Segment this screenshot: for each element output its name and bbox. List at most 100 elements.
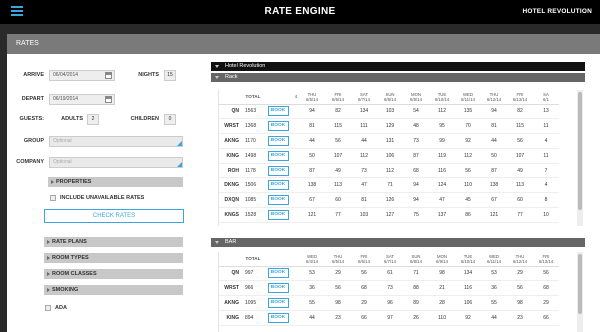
rate-cell[interactable]: 73 <box>377 280 403 297</box>
rate-cell[interactable]: 106 <box>455 295 481 311</box>
rate-cell[interactable]: 10 <box>533 207 559 223</box>
depart-date-field[interactable]: 06/19/2014 <box>49 94 115 105</box>
rate-cell[interactable]: 124 <box>429 177 455 194</box>
book-button[interactable]: BOOK <box>267 135 289 146</box>
book-button[interactable]: BOOK <box>267 312 289 323</box>
rate-cell[interactable]: 134 <box>351 104 377 120</box>
rate-cell[interactable]: 67 <box>299 192 325 209</box>
arrive-date-field[interactable]: 06/04/2014 <box>49 70 115 81</box>
rate-cell[interactable]: 66 <box>351 310 377 326</box>
room-types-section[interactable]: ROOM TYPES <box>44 253 183 263</box>
rate-cell[interactable]: 138 <box>299 177 325 194</box>
rate-cell[interactable]: 71 <box>377 177 403 194</box>
book-button[interactable]: BOOK <box>267 150 289 161</box>
rate-cell[interactable]: 29 <box>325 266 351 282</box>
rate-cell[interactable]: 23 <box>507 310 533 326</box>
rate-cell[interactable]: 112 <box>429 104 455 120</box>
rate-cell[interactable]: 48 <box>403 118 429 135</box>
rate-cell[interactable]: 119 <box>429 148 455 164</box>
bar-scrollbar[interactable] <box>577 252 583 332</box>
properties-section[interactable]: PROPERTIES <box>48 177 183 187</box>
rate-cell[interactable]: 50 <box>299 148 325 164</box>
ada-checkbox[interactable] <box>45 305 51 311</box>
rate-cell[interactable]: 77 <box>325 207 351 223</box>
rate-cell[interactable]: 61 <box>377 266 403 282</box>
rate-cell[interactable]: 99 <box>429 133 455 149</box>
rate-cell[interactable]: 49 <box>325 163 351 179</box>
rate-cell[interactable]: 4 <box>533 133 559 149</box>
rate-cell[interactable]: 87 <box>299 163 325 179</box>
rate-cell[interactable]: 96 <box>377 295 403 311</box>
rate-cell[interactable]: 44 <box>481 133 507 149</box>
rate-cell[interactable]: 56 <box>507 133 533 149</box>
rate-cell[interactable]: 113 <box>325 177 351 194</box>
rate-cell[interactable]: 70 <box>455 118 481 135</box>
rate-cell[interactable]: 60 <box>507 192 533 209</box>
rate-cell[interactable]: 56 <box>325 133 351 149</box>
book-button[interactable]: BOOK <box>267 209 289 220</box>
rate-cell[interactable]: 86 <box>455 207 481 223</box>
rate-cell[interactable]: 28 <box>429 295 455 311</box>
rate-cell[interactable]: 68 <box>533 280 559 297</box>
rate-cell[interactable]: 98 <box>429 266 455 282</box>
property-header[interactable]: Hotel Revolution <box>211 62 585 71</box>
rack-header[interactable]: Rack <box>211 73 585 82</box>
rate-cell[interactable]: 98 <box>507 295 533 311</box>
rate-cell[interactable]: 94 <box>299 104 325 120</box>
rate-cell[interactable]: 68 <box>403 163 429 179</box>
rate-cell[interactable]: 112 <box>377 163 403 179</box>
children-field[interactable]: 0 <box>164 114 176 125</box>
rate-cell[interactable]: 92 <box>455 133 481 149</box>
rate-cell[interactable]: 88 <box>403 280 429 297</box>
rate-cell[interactable]: 7 <box>533 163 559 179</box>
rate-cell[interactable]: 134 <box>455 266 481 282</box>
adults-field[interactable]: 2 <box>87 114 99 125</box>
rate-cell[interactable]: 71 <box>403 266 429 282</box>
rate-cell[interactable]: 92 <box>455 310 481 326</box>
book-button[interactable]: BOOK <box>267 165 289 176</box>
rate-cell[interactable]: 4 <box>533 177 559 194</box>
rate-cell[interactable]: 47 <box>351 177 377 194</box>
rate-cell[interactable]: 60 <box>325 192 351 209</box>
rate-cell[interactable]: 135 <box>455 104 481 120</box>
rate-cell[interactable]: 111 <box>351 118 377 135</box>
rate-cell[interactable]: 56 <box>325 280 351 297</box>
rate-cell[interactable]: 87 <box>403 148 429 164</box>
rate-cell[interactable]: 103 <box>351 207 377 223</box>
rate-cell[interactable]: 131 <box>377 133 403 149</box>
rate-cell[interactable]: 54 <box>403 104 429 120</box>
rate-cell[interactable]: 87 <box>481 163 507 179</box>
rate-cell[interactable]: 44 <box>481 310 507 326</box>
rate-cell[interactable]: 67 <box>481 192 507 209</box>
book-button[interactable]: BOOK <box>267 106 289 117</box>
rate-cell[interactable]: 8 <box>533 192 559 209</box>
rate-cell[interactable]: 44 <box>299 133 325 149</box>
group-field[interactable]: Optional <box>49 136 183 147</box>
rate-cell[interactable]: 73 <box>403 133 429 149</box>
book-button[interactable]: BOOK <box>267 180 289 191</box>
book-button[interactable]: BOOK <box>267 121 289 132</box>
rate-cell[interactable]: 110 <box>455 177 481 194</box>
rate-cell[interactable]: 89 <box>403 295 429 311</box>
rate-cell[interactable]: 55 <box>299 295 325 311</box>
bar-header[interactable]: BAR <box>211 238 585 247</box>
rate-cell[interactable]: 138 <box>481 177 507 194</box>
rack-scrollbar[interactable] <box>577 90 583 226</box>
rate-cell[interactable]: 81 <box>299 118 325 135</box>
rate-cell[interactable]: 13 <box>533 104 559 120</box>
rate-cell[interactable]: 98 <box>325 295 351 311</box>
rate-cell[interactable]: 11 <box>533 118 559 135</box>
book-button[interactable]: BOOK <box>267 297 289 308</box>
rate-cell[interactable]: 81 <box>351 192 377 209</box>
rate-plans-section[interactable]: RATE PLANS <box>44 237 183 247</box>
rate-cell[interactable]: 103 <box>377 104 403 120</box>
include-unavailable-checkbox[interactable] <box>50 195 56 201</box>
rate-cell[interactable]: 45 <box>455 192 481 209</box>
room-classes-section[interactable]: ROOM CLASSES <box>44 269 183 279</box>
rate-cell[interactable]: 97 <box>377 310 403 326</box>
rate-cell[interactable]: 36 <box>299 280 325 297</box>
book-button[interactable]: BOOK <box>267 195 289 206</box>
rate-cell[interactable]: 26 <box>403 310 429 326</box>
rate-cell[interactable]: 129 <box>377 118 403 135</box>
book-button[interactable]: BOOK <box>267 283 289 294</box>
